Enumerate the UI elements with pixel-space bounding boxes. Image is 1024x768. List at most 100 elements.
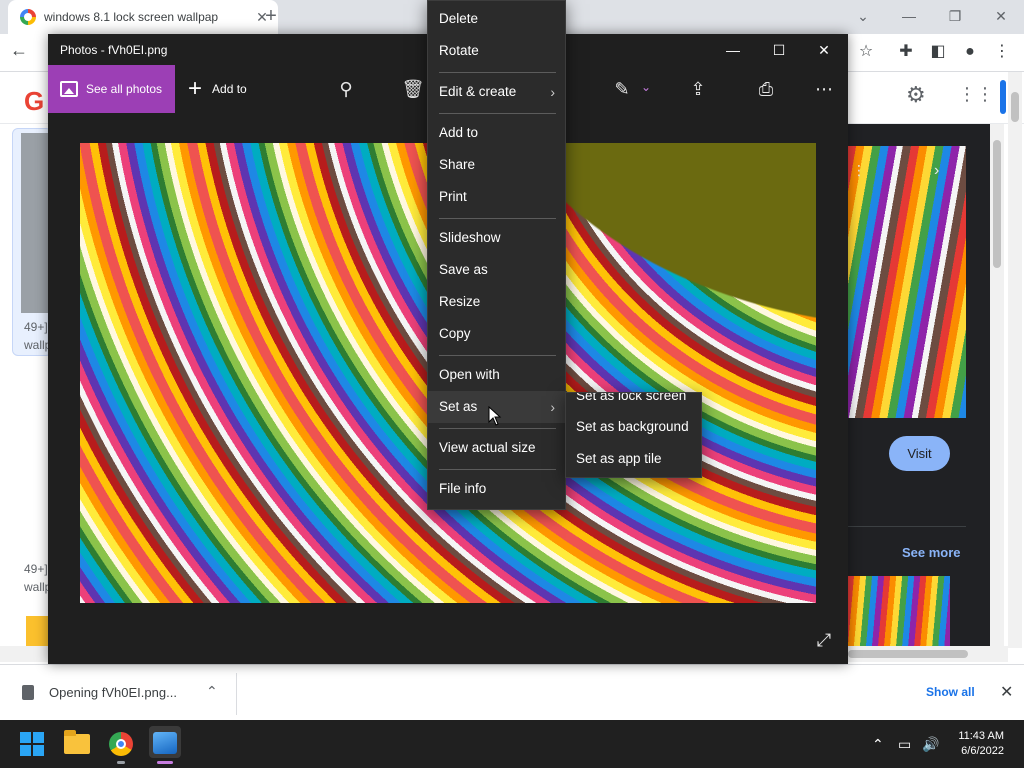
menu-separator [439, 218, 556, 219]
menu-item-set-as-background[interactable]: Set as background [566, 411, 701, 443]
windows-logo-icon [33, 732, 44, 743]
chevron-up-icon[interactable]: ⌃ [206, 683, 218, 700]
show-all-button[interactable]: Show all [926, 685, 975, 699]
chrome-icon[interactable] [109, 732, 133, 756]
google-favicon-icon [20, 9, 36, 25]
app-active-indicator [157, 761, 173, 764]
app-running-indicator [117, 761, 125, 764]
menu-item-open-with[interactable]: Open with [428, 359, 567, 391]
star-icon[interactable]: ☆ [854, 40, 878, 64]
close-icon[interactable]: ✕ [1000, 682, 1013, 702]
zoom-icon[interactable]: ⚲ [332, 75, 360, 103]
result-thumbnail[interactable] [21, 133, 51, 313]
menu-item-add-to[interactable]: Add to [428, 117, 567, 149]
photos-close-button[interactable]: ✕ [806, 40, 842, 60]
tab-search-icon[interactable]: ⌄ [840, 4, 886, 28]
clock-date: 6/6/2022 [961, 745, 1004, 757]
file-explorer-icon[interactable] [64, 730, 90, 754]
photos-app-icon [153, 732, 177, 754]
download-bar: Opening fVh0EI.png... ⌃ Show all ✕ [0, 664, 1024, 720]
scrollbar-thumb[interactable] [993, 140, 1001, 268]
share-icon[interactable]: ⇪ [684, 75, 712, 103]
browser-restore-button[interactable]: ❐ [932, 4, 978, 28]
network-icon[interactable]: ▭ [898, 736, 911, 753]
chevron-right-icon: › [550, 84, 555, 100]
panel-scrollbar[interactable] [990, 124, 1004, 646]
system-clock[interactable]: 11:43 AM 6/6/2022 [944, 729, 1004, 759]
start-button[interactable] [20, 732, 44, 756]
result-thumbnail[interactable] [26, 616, 48, 646]
chevron-right-icon: › [550, 399, 555, 415]
chevron-right-icon[interactable]: › [934, 162, 939, 180]
menu-item-slideshow[interactable]: Slideshow [428, 222, 567, 254]
new-tab-button[interactable]: + [260, 6, 282, 28]
menu-item-resize[interactable]: Resize [428, 286, 567, 318]
expand-icon[interactable]: ⤢ [812, 628, 836, 652]
chevron-up-icon[interactable]: ⌃ [872, 736, 884, 753]
menu-item-rotate[interactable]: Rotate [428, 35, 567, 67]
menu-item-set-as-lock-screen[interactable]: Set as lock screen [566, 393, 701, 412]
see-all-photos-button[interactable]: See all photos [48, 65, 175, 113]
browser-minimize-button[interactable]: — [886, 4, 932, 28]
menu-item-label: Edit & create [439, 84, 517, 99]
result-caption: 49+] [24, 320, 48, 334]
menu-item-file-info[interactable]: File info [428, 473, 567, 505]
menu-item-print[interactable]: Print [428, 181, 567, 213]
windows-logo-icon [20, 745, 31, 756]
menu-item-delete[interactable]: Delete [428, 3, 567, 35]
chevron-down-icon[interactable]: ⌄ [632, 73, 660, 101]
menu-separator [439, 428, 556, 429]
file-icon [22, 685, 34, 700]
download-item-label[interactable]: Opening fVh0EI.png... [49, 685, 177, 700]
more-options-icon[interactable]: ⋮ [852, 162, 866, 179]
windows-logo-icon [20, 732, 31, 743]
preview-image[interactable] [848, 146, 966, 418]
clock-time: 11:43 AM [958, 730, 1004, 742]
sign-in-button[interactable] [1000, 80, 1006, 114]
menu-item-view-actual-size[interactable]: View actual size [428, 432, 567, 464]
menu-item-set-as-app-tile[interactable]: Set as app tile [566, 443, 701, 475]
profile-icon[interactable]: ● [958, 40, 982, 64]
menu-separator [439, 72, 556, 73]
divider [848, 526, 966, 527]
see-more-link[interactable]: See more [902, 545, 961, 560]
photos-maximize-button[interactable]: ☐ [761, 40, 797, 60]
photos-minimize-button[interactable]: — [715, 40, 751, 60]
related-image[interactable] [848, 576, 950, 646]
side-panel-icon[interactable]: ◧ [926, 40, 950, 64]
windows-logo-icon [33, 745, 44, 756]
image-icon [60, 81, 78, 97]
menu-separator [439, 355, 556, 356]
more-options-icon[interactable]: ⋯ [810, 75, 838, 103]
back-arrow-icon[interactable]: ← [10, 40, 28, 61]
browser-tab-title: windows 8.1 lock screen wallpap [44, 10, 219, 24]
browser-close-button[interactable]: ✕ [978, 4, 1024, 28]
page-scrollbar[interactable] [1008, 72, 1022, 648]
menu-separator [439, 113, 556, 114]
delete-icon[interactable]: 🗑 [399, 75, 427, 103]
gear-icon[interactable]: ⚙ [906, 82, 926, 108]
scrollbar-thumb[interactable] [848, 650, 968, 658]
context-menu: Delete Rotate Edit & create › Add to Sha… [427, 0, 567, 510]
browser-tab[interactable]: windows 8.1 lock screen wallpap ✕ [8, 0, 278, 34]
menu-item-share[interactable]: Share [428, 149, 567, 181]
add-to-label: Add to [212, 82, 247, 96]
menu-separator [439, 469, 556, 470]
scrollbar-thumb[interactable] [1011, 92, 1019, 122]
see-all-photos-label: See all photos [86, 82, 163, 96]
menu-item-label: Set as [439, 399, 478, 414]
divider [236, 673, 237, 715]
set-as-submenu: Set as lock screen Set as background Set… [565, 392, 702, 478]
extensions-icon[interactable]: ✚ [894, 40, 918, 64]
result-caption: 49+] [24, 562, 48, 576]
menu-item-save-as[interactable]: Save as [428, 254, 567, 286]
google-logo[interactable]: G [24, 86, 44, 117]
menu-icon[interactable]: ⋮ [990, 40, 1014, 64]
volume-icon[interactable]: 🔊 [922, 736, 939, 753]
add-to-button[interactable]: + Add to [188, 65, 247, 113]
print-icon[interactable]: ⎙ [752, 75, 780, 103]
photos-window-title: Photos - fVh0EI.png [60, 43, 168, 57]
menu-item-copy[interactable]: Copy [428, 318, 567, 350]
menu-item-edit-create[interactable]: Edit & create › [428, 76, 567, 108]
visit-button[interactable]: Visit [889, 436, 950, 471]
